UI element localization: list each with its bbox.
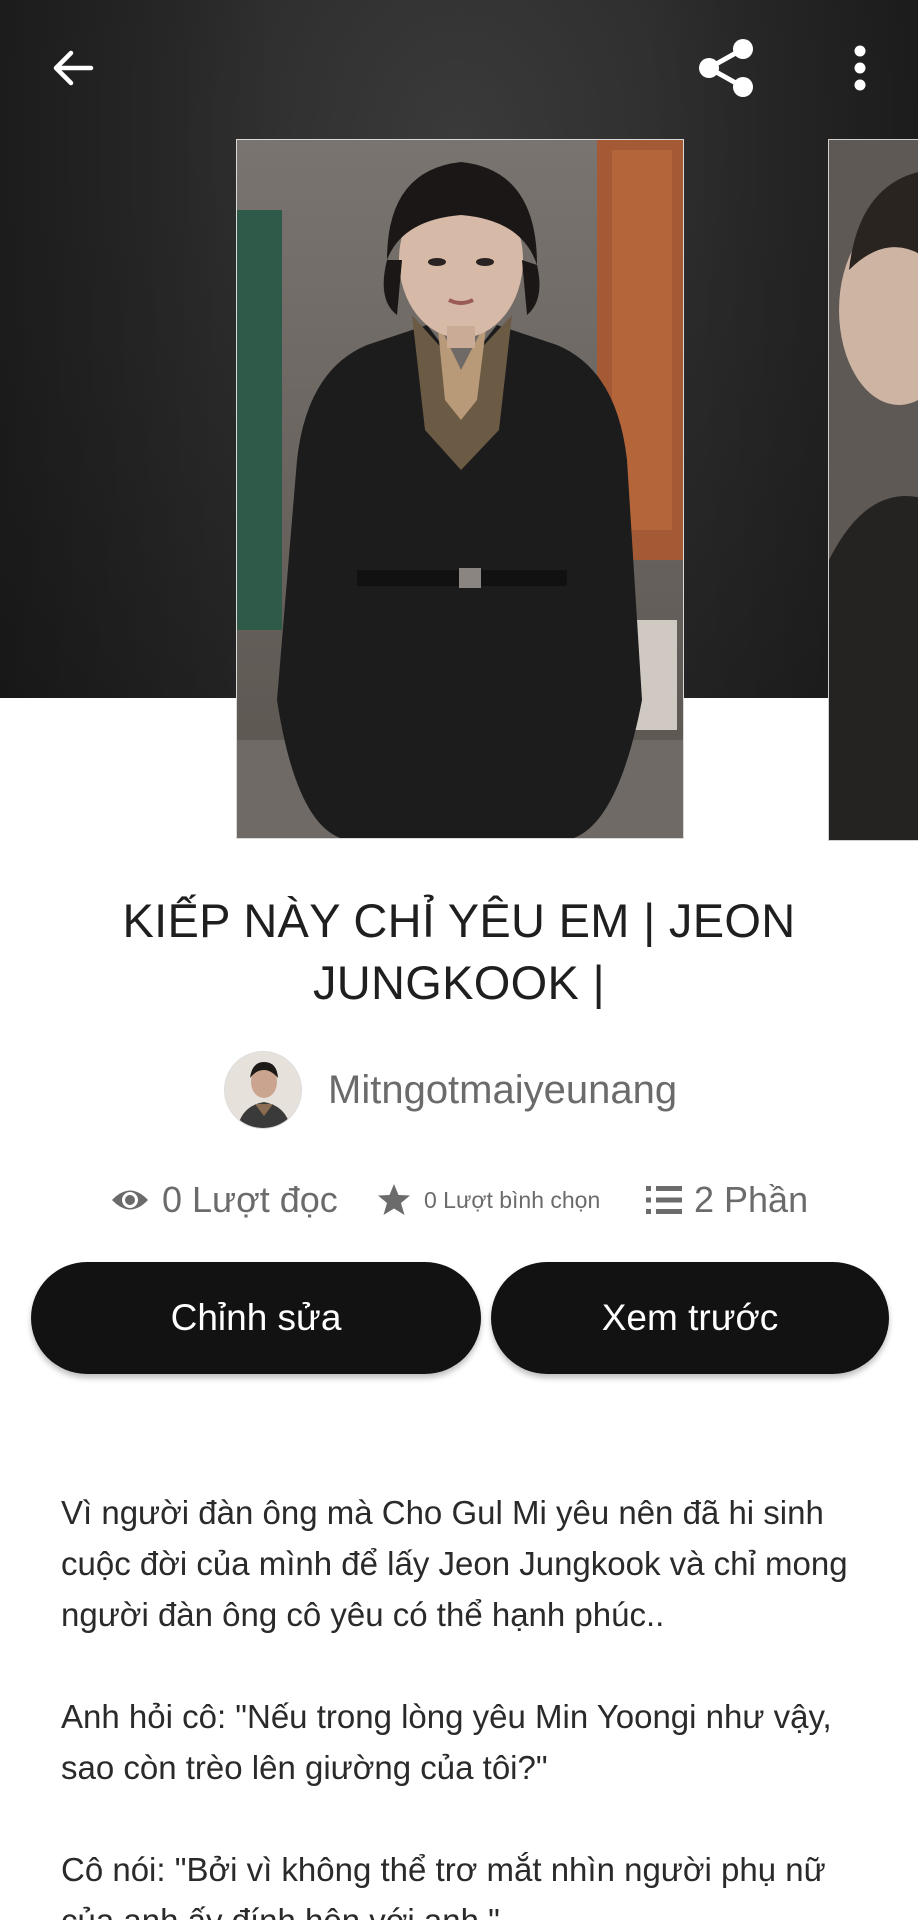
reads-stat: 0 Lượt đọc xyxy=(110,1170,338,1230)
story-cover[interactable] xyxy=(236,139,684,839)
description-paragraph: Anh hỏi cô: "Nếu trong lòng yêu Min Yoon… xyxy=(61,1698,832,1786)
cover-image xyxy=(237,140,683,838)
story-title: KIẾP NÀY CHỈ YÊU EM | JEON JUNGKOOK | xyxy=(122,894,796,1009)
list-icon xyxy=(646,1186,682,1214)
top-bar xyxy=(0,0,918,134)
votes-stat: 0 Lượt bình chọn xyxy=(376,1170,600,1230)
preview-button[interactable]: Xem trước xyxy=(491,1262,889,1374)
parts-stat: 2 Phần xyxy=(646,1170,808,1230)
author-name: Mitngotmaiyeunang xyxy=(328,1067,678,1112)
eye-icon xyxy=(112,1190,148,1210)
edit-button[interactable]: Chỉnh sửa xyxy=(31,1262,481,1374)
parts-count: 2 Phần xyxy=(694,1179,809,1220)
star-icon xyxy=(378,1184,410,1215)
description-paragraph: Vì người đàn ông mà Cho Gul Mi yêu nên đ… xyxy=(61,1494,848,1633)
story-description: Vì người đàn ông mà Cho Gul Mi yêu nên đ… xyxy=(61,1487,881,1920)
avatar xyxy=(224,1051,302,1129)
share-icon xyxy=(699,39,753,97)
more-vertical-icon xyxy=(854,45,866,91)
back-button[interactable] xyxy=(38,34,106,102)
description-paragraph: Cô nói: "Bởi vì không thể trơ mắt nhìn n… xyxy=(61,1851,826,1920)
next-story-cover[interactable] xyxy=(828,139,918,841)
arrow-left-icon xyxy=(53,50,94,86)
reads-count: 0 Lượt đọc xyxy=(162,1179,338,1220)
more-options-button[interactable] xyxy=(836,34,884,102)
story-stats: 0 Lượt đọc 0 Lượt bình chọn 2 Phần xyxy=(0,1170,918,1230)
share-button[interactable] xyxy=(688,30,764,106)
next-cover-image xyxy=(829,140,918,840)
author-link[interactable]: Mitngotmaiyeunang xyxy=(224,1050,677,1130)
votes-count: 0 Lượt bình chọn xyxy=(424,1186,601,1213)
